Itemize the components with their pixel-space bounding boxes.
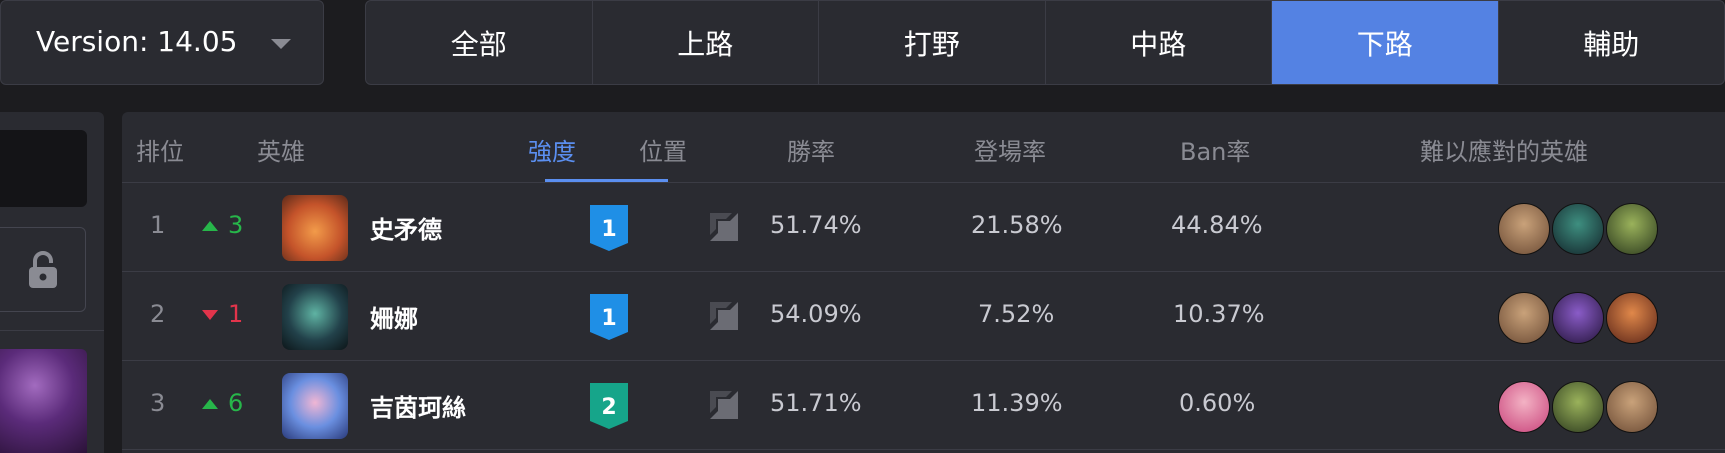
banrate: 44.84% <box>1171 211 1263 239</box>
rank-number: 2 <box>150 300 166 328</box>
counter-champion-icon[interactable] <box>1498 292 1550 344</box>
tier-value: 1 <box>601 217 616 242</box>
tier-badge: 1 <box>588 203 630 253</box>
pickrate: 11.39% <box>971 389 1063 417</box>
tab-top[interactable]: 上路 <box>593 1 819 84</box>
chevron-down-icon <box>271 39 291 49</box>
tab-support[interactable]: 輔助 <box>1499 1 1725 84</box>
bottom-lane-icon <box>706 209 742 245</box>
pickrate: 7.52% <box>978 300 1055 328</box>
champion-icon[interactable] <box>282 195 348 261</box>
champion-name[interactable]: 史矛德 <box>370 210 442 245</box>
rank-number: 1 <box>150 211 166 239</box>
bottom-lane-icon <box>706 298 742 334</box>
trend-value: 1 <box>228 300 244 328</box>
winrate: 54.09% <box>770 300 862 328</box>
lock-button[interactable] <box>0 227 86 312</box>
header-champion[interactable]: 英雄 <box>257 132 305 167</box>
counter-list <box>1498 292 1660 344</box>
banrate: 10.37% <box>1173 300 1265 328</box>
counter-champion-icon[interactable] <box>1552 381 1604 433</box>
counter-champion-icon[interactable] <box>1606 292 1658 344</box>
top-bar: Version: 14.05 全部 上路 打野 中路 下路 輔助 <box>0 0 1725 97</box>
champion-name[interactable]: 姍娜 <box>370 299 418 334</box>
pickrate: 21.58% <box>971 211 1063 239</box>
tier-value: 2 <box>601 395 616 420</box>
tier-value: 1 <box>601 306 616 331</box>
winrate: 51.74% <box>770 211 862 239</box>
counter-champion-icon[interactable] <box>1498 381 1550 433</box>
counter-champion-icon[interactable] <box>1606 381 1658 433</box>
bottom-lane-icon <box>706 387 742 423</box>
table-row[interactable]: 1 3 史矛德 1 51.74% 21.58% 44.84% <box>122 183 1725 272</box>
lock-icon <box>28 250 57 288</box>
tier-badge: 1 <box>588 292 630 342</box>
champion-portrait[interactable] <box>0 349 87 453</box>
counter-champion-icon[interactable] <box>1552 203 1604 255</box>
table-header: 排位 英雄 強度 位置 勝率 登場率 Ban率 難以應對的英雄 <box>122 112 1725 183</box>
counter-champion-icon[interactable] <box>1552 292 1604 344</box>
header-position[interactable]: 位置 <box>639 132 687 167</box>
header-strength[interactable]: 強度 <box>528 132 576 167</box>
counter-champion-icon[interactable] <box>1606 203 1658 255</box>
active-sort-underline <box>545 179 668 182</box>
tab-bottom[interactable]: 下路 <box>1272 1 1499 84</box>
arrow-up-icon <box>202 399 218 409</box>
version-label: Version: 14.05 <box>36 25 238 58</box>
counter-list <box>1498 203 1660 255</box>
counter-list <box>1498 381 1660 433</box>
divider <box>0 330 104 331</box>
tab-jungle[interactable]: 打野 <box>819 1 1046 84</box>
header-winrate[interactable]: 勝率 <box>787 132 835 167</box>
header-banrate[interactable]: Ban率 <box>1180 132 1250 167</box>
arrow-up-icon <box>202 221 218 231</box>
banrate: 0.60% <box>1179 389 1256 417</box>
left-panel <box>0 112 104 453</box>
rank-number: 3 <box>150 389 166 417</box>
champion-name[interactable]: 吉茵珂絲 <box>370 388 466 423</box>
trend-value: 6 <box>228 389 244 417</box>
table-row[interactable]: 2 1 姍娜 1 54.09% 7.52% 10.37% <box>122 272 1725 361</box>
table-row[interactable]: 3 6 吉茵珂絲 2 51.71% 11.39% 0.60% <box>122 361 1725 450</box>
tier-badge: 2 <box>588 381 630 431</box>
tier-table: 排位 英雄 強度 位置 勝率 登場率 Ban率 難以應對的英雄 1 3 史矛德 … <box>122 112 1725 453</box>
header-pickrate[interactable]: 登場率 <box>974 132 1046 167</box>
champion-icon[interactable] <box>282 373 348 439</box>
rank-trend: 6 <box>202 389 243 417</box>
header-rank[interactable]: 排位 <box>136 132 184 167</box>
counter-champion-icon[interactable] <box>1498 203 1550 255</box>
arrow-down-icon <box>202 310 218 320</box>
rank-trend: 1 <box>202 300 243 328</box>
version-dropdown[interactable]: Version: 14.05 <box>0 0 324 85</box>
tab-mid[interactable]: 中路 <box>1046 1 1272 84</box>
lane-tabs: 全部 上路 打野 中路 下路 輔助 <box>365 0 1725 85</box>
rank-trend: 3 <box>202 211 243 239</box>
search-box[interactable] <box>0 130 87 207</box>
header-counters[interactable]: 難以應對的英雄 <box>1420 132 1588 167</box>
winrate: 51.71% <box>770 389 862 417</box>
tab-all[interactable]: 全部 <box>366 1 593 84</box>
trend-value: 3 <box>228 211 244 239</box>
champion-icon[interactable] <box>282 284 348 350</box>
